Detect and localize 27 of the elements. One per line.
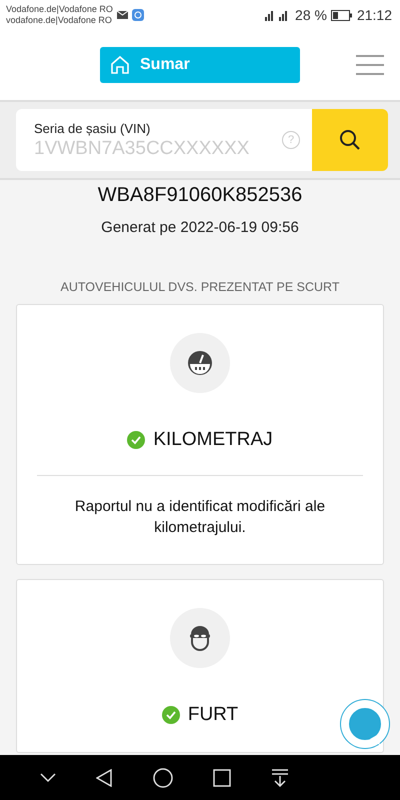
section-heading: AUTOVEHICULUL DVS. PREZENTAT PE SCURT [60, 280, 340, 294]
back-icon[interactable] [96, 768, 112, 786]
search-button[interactable] [312, 109, 388, 171]
generated-date: Generat pe 2022-06-19 09:56 [101, 219, 299, 236]
clock: 21:12 [356, 7, 392, 23]
masked-thief-icon [187, 624, 213, 652]
chevron-down-icon[interactable] [40, 772, 56, 782]
search-icon [339, 129, 361, 151]
carrier-name: vodafone.de|Vodafone RO [6, 15, 113, 26]
help-icon[interactable]: ? [282, 131, 300, 149]
home-icon [110, 55, 130, 75]
mail-icon [116, 11, 128, 19]
recents-icon[interactable] [213, 768, 232, 786]
field-label: Seria de șasiu (VIN) [34, 120, 152, 136]
app-icon [132, 9, 144, 21]
speedometer-icon [187, 350, 213, 376]
battery-percent: 28 % [295, 7, 327, 23]
card-title: KILOMETRAJ [153, 429, 273, 451]
home-circle-icon[interactable] [152, 768, 173, 788]
card-title: FURT [188, 704, 238, 726]
battery-icon [330, 10, 353, 20]
notification-pull-icon[interactable] [271, 768, 290, 786]
menu-icon[interactable] [356, 54, 384, 76]
carrier-name: Vodafone.de|Vodafone RO [6, 4, 113, 15]
vin-number: WBA8F91060K852536 [98, 184, 302, 207]
summary-button[interactable]: Sumar [100, 47, 300, 83]
card-description: Raportul nu a identificat modificări ale kilometrajului. [74, 497, 326, 538]
